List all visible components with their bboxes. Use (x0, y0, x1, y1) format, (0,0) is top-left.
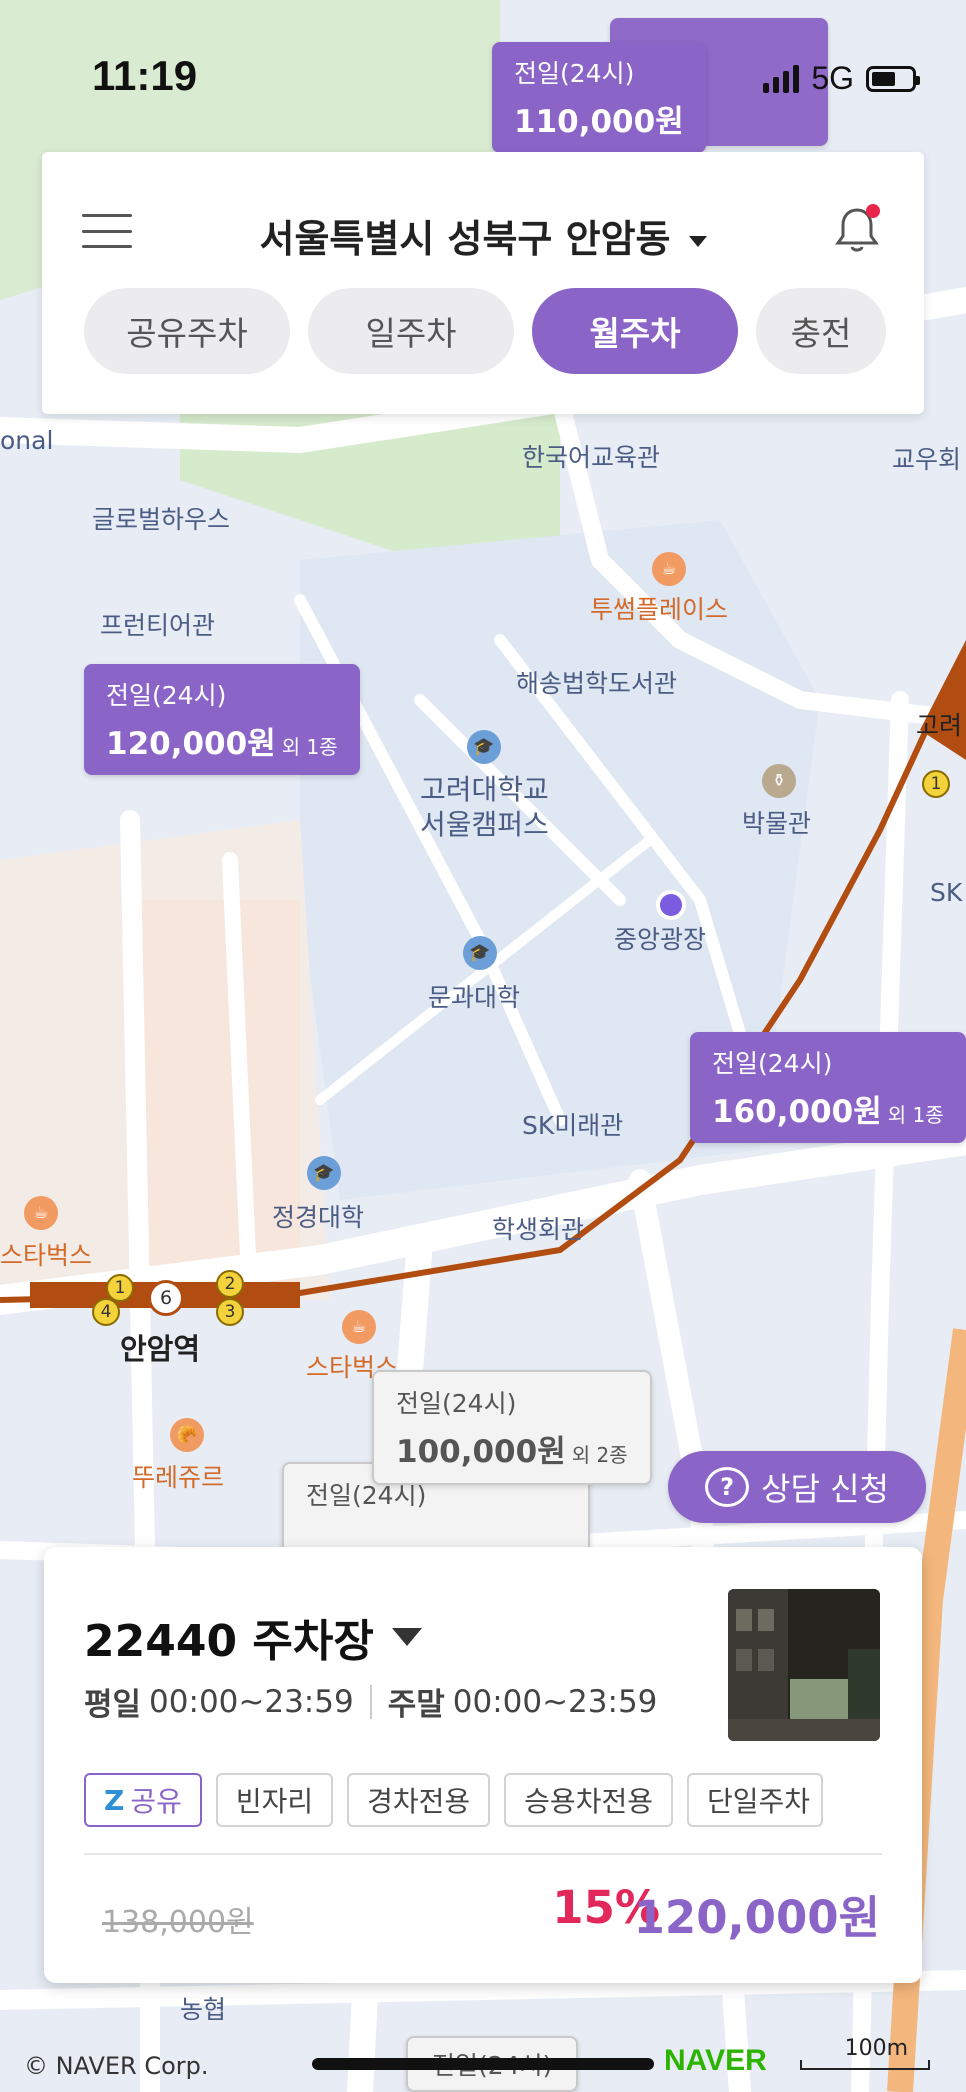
marker-extra: 외 2종 (571, 1443, 628, 1467)
parking-lot-card[interactable]: 22440 주차장 평일 00:00~23:59 주말 00:00~23:59 … (44, 1547, 922, 1983)
parking-price-marker[interactable]: 전일(24시) 100,000원 외 2종 (372, 1370, 652, 1485)
map-label-starbucks-1: 스타벅스 (0, 1241, 93, 1270)
status-time: 11:19 (92, 52, 198, 99)
map-label-student-hall: 학생회관 (492, 1215, 585, 1244)
marker-price: 120,000원 (106, 726, 276, 762)
map-label-liberal-arts: 문과대학 (428, 983, 521, 1012)
map-label-law-library: 해송법학도서관 (516, 669, 678, 698)
caret-down-icon (391, 1628, 422, 1646)
original-price: 138,000원 (102, 1905, 254, 1940)
weekend-label: 주말 (387, 1687, 445, 1723)
search-header: 서울특별시 성북구 안암동 공유주차 일주차 월주차 충전 (42, 152, 924, 414)
tag-label: 공유 (130, 1785, 182, 1818)
university-icon: 🎓 (463, 936, 497, 970)
final-price: 120,000원 (633, 1891, 880, 1944)
status-bar: 11:19 5G (0, 0, 966, 150)
map-copyright: © NAVER Corp. (24, 2052, 209, 2080)
parking-lot-title[interactable]: 22440 주차장 (84, 1605, 422, 1669)
museum-icon: ⚱ (762, 764, 796, 798)
location-selector[interactable]: 서울특별시 성북구 안암동 (42, 208, 924, 263)
operating-hours: 평일 00:00~23:59 주말 00:00~23:59 (84, 1679, 657, 1724)
map-label-anam-station: 안암역 (120, 1332, 201, 1366)
map-label-global-house: 글로벌하우스 (92, 505, 231, 534)
marker-extra: 외 1종 (281, 735, 338, 759)
status-indicators: 5G (763, 60, 920, 97)
location-label: 서울특별시 성북구 안암동 (259, 217, 671, 261)
cafe-icon: ☕ (24, 1196, 58, 1230)
tab-shared-parking[interactable]: 공유주차 (84, 288, 290, 374)
marker-price: 160,000원 (712, 1094, 882, 1130)
tab-monthly-parking[interactable]: 월주차 (532, 288, 738, 374)
weekday-hours: 00:00~23:59 (149, 1683, 354, 1720)
scale-bar (800, 2060, 930, 2070)
parking-tags: Z 공유 빈자리 경차전용 승용차전용 단일주차 (84, 1773, 823, 1827)
map-label-faculty-hall: 교우회 (892, 445, 962, 474)
tag-shared[interactable]: Z 공유 (84, 1773, 202, 1827)
notification-bell-icon[interactable] (834, 204, 880, 254)
naver-logo: NAVER (664, 2044, 767, 2077)
signal-icon (763, 64, 800, 93)
parking-price-marker[interactable]: 전일(24시) 120,000원 외 1종 (84, 664, 360, 775)
map-label-goryeo: 고려 (916, 711, 963, 740)
map-label-sk-edge: SK (930, 878, 963, 907)
marker-label: 전일(24시) (712, 1049, 833, 1078)
tag-compact-only[interactable]: 경차전용 (347, 1773, 491, 1827)
map-label-museum: 박물관 (742, 809, 812, 838)
university-icon: 🎓 (467, 730, 501, 764)
university-icon: 🎓 (307, 1156, 341, 1190)
map-label-central-plaza: 중앙광장 (614, 925, 707, 954)
map-label-tous: 뚜레쥬르 (132, 1463, 225, 1492)
category-tabs: 공유주차 일주차 월주차 충전 (84, 288, 886, 374)
map-label-jeongkyung: 정경대학 (272, 1203, 365, 1232)
consult-request-button[interactable]: ? 상담 신청 (668, 1451, 926, 1523)
caret-down-icon (688, 236, 707, 247)
marker-label: 전일(24시) (106, 681, 227, 710)
network-type: 5G (811, 60, 854, 96)
weekday-label: 평일 (84, 1687, 142, 1723)
map-label-onal: onal (0, 426, 54, 455)
z-logo-icon: Z (104, 1783, 125, 1817)
parking-price-marker[interactable]: 전일(24시) 160,000원 외 1종 (690, 1032, 966, 1143)
battery-icon (866, 65, 920, 92)
cafe-icon: ☕ (652, 552, 686, 586)
consult-button-label: 상담 신청 (761, 1470, 889, 1508)
subway-line-1-icon: 1 (922, 770, 950, 798)
subway-line-3-icon: 3 (216, 1298, 244, 1326)
subway-line-2-icon: 2 (216, 1270, 244, 1298)
plaza-pin-icon (656, 890, 686, 920)
map-label-two-some: 투썸플레이스 (590, 595, 729, 624)
marker-extra: 외 1종 (887, 1103, 944, 1127)
bakery-icon: 🥐 (170, 1418, 204, 1452)
chat-question-icon: ? (705, 1467, 750, 1507)
parking-photo-image (728, 1589, 880, 1741)
tag-single-parking[interactable]: 단일주차 (686, 1773, 823, 1827)
subway-line-6-icon: 6 (148, 1280, 184, 1316)
map-label-korean-edu-hall: 한국어교육관 (522, 443, 661, 472)
parking-lot-name: 22440 주차장 (84, 1616, 374, 1667)
weekend-hours: 00:00~23:59 (452, 1683, 658, 1720)
tab-charging[interactable]: 충전 (756, 288, 886, 374)
cafe-icon: ☕ (342, 1310, 376, 1344)
home-indicator[interactable] (312, 2058, 654, 2070)
tag-vacancy[interactable]: 빈자리 (215, 1773, 334, 1827)
marker-label: 전일(24시) (396, 1389, 517, 1418)
notification-badge (866, 204, 880, 218)
map-label-sk-future: SK미래관 (522, 1111, 624, 1140)
map-scale: 100m (800, 2036, 930, 2070)
marker-price: 100,000원 (396, 1434, 566, 1470)
parking-lot-photo[interactable] (728, 1589, 880, 1741)
map-label-nonghyup: 농협 (180, 1995, 227, 2024)
tab-daily-parking[interactable]: 일주차 (308, 288, 514, 374)
hours-divider (369, 1684, 372, 1719)
map-label-frontier: 프런티어관 (100, 611, 216, 640)
scale-label: 100m (844, 2036, 908, 2061)
subway-line-4-icon: 4 (92, 1298, 120, 1326)
map-label-korea-university: 고려대학교 서울캠퍼스 (420, 773, 549, 841)
card-divider (84, 1853, 882, 1855)
tag-passenger-only[interactable]: 승용차전용 (504, 1773, 673, 1827)
